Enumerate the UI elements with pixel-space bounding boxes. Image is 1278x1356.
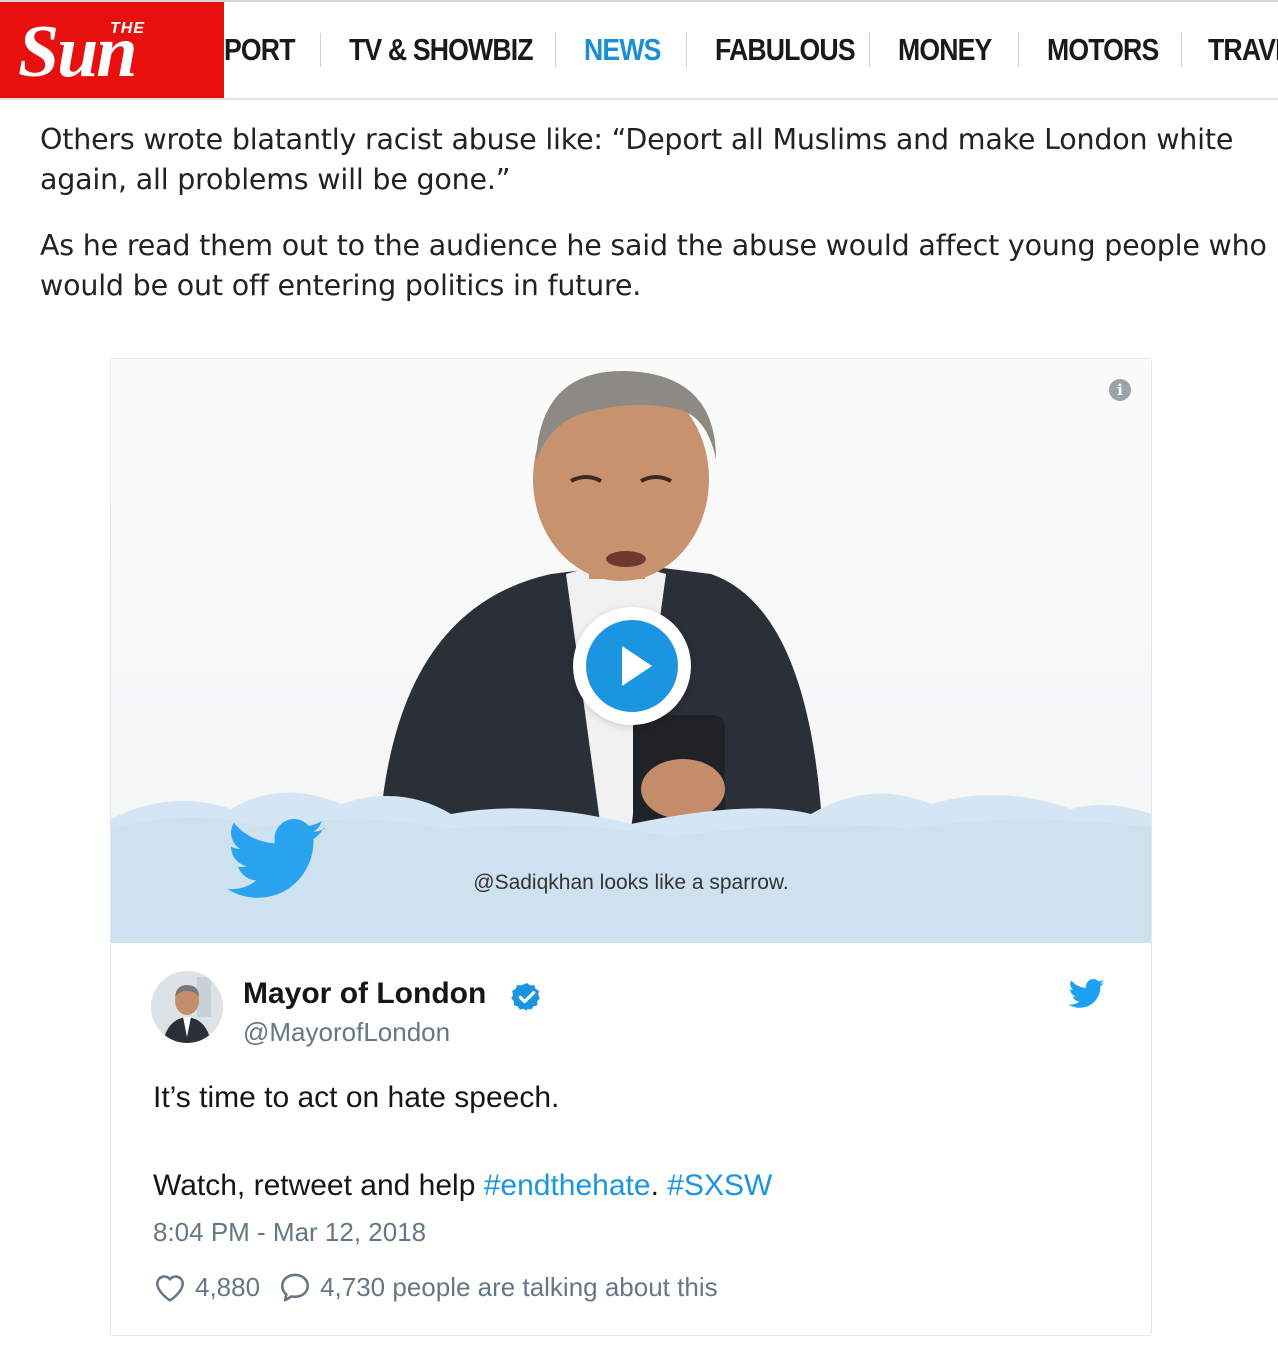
comment-icon bbox=[281, 1273, 310, 1302]
tweet-author-name[interactable]: Mayor of London bbox=[243, 977, 486, 1011]
hashtag-sxsw-link[interactable]: #SXSW bbox=[667, 1169, 772, 1202]
twitter-bird-icon[interactable] bbox=[1069, 979, 1105, 1009]
nav-item-fabulous[interactable]: FABULOUS bbox=[715, 32, 856, 68]
verified-badge-icon bbox=[511, 983, 540, 1011]
like-action[interactable]: 4,880 bbox=[153, 1271, 260, 1303]
paragraph-line: As he read them out to the audience he s… bbox=[40, 229, 1267, 262]
article-paragraph: Others wrote blatantly racist abuse like… bbox=[40, 120, 1278, 200]
nav-item-news[interactable]: NEWS bbox=[584, 32, 661, 68]
embedded-tweet: i @Sadiqkhan looks like a sparrow. Mayor… bbox=[110, 358, 1152, 1336]
the-sun-logo[interactable]: Sun THE bbox=[0, 2, 224, 98]
tweet-video[interactable]: i @Sadiqkhan looks like a sparrow. bbox=[111, 359, 1151, 943]
article-paragraph: As he read them out to the audience he s… bbox=[40, 226, 1278, 306]
paragraph-line: would be out off entering politics in fu… bbox=[40, 269, 642, 302]
site-header: Sun THE PORT TV & SHOWBIZ NEWS FABULOUS … bbox=[0, 2, 1278, 100]
main-navigation: PORT TV & SHOWBIZ NEWS FABULOUS MONEY MO… bbox=[224, 2, 1278, 98]
nav-item-sport[interactable]: PORT bbox=[224, 32, 295, 68]
nav-item-money[interactable]: MONEY bbox=[898, 32, 992, 68]
reply-action[interactable]: 4,730 people are talking about this bbox=[278, 1271, 718, 1303]
tweet-text-separator: . bbox=[650, 1169, 668, 1202]
info-icon[interactable]: i bbox=[1109, 379, 1131, 401]
nav-item-tv-showbiz[interactable]: TV & SHOWBIZ bbox=[349, 32, 534, 68]
conversation-count: 4,730 people are talking about this bbox=[320, 1271, 718, 1302]
play-icon bbox=[586, 620, 678, 712]
heart-icon bbox=[155, 1275, 185, 1302]
tweet-actions: 4,880 4,730 people are talking about thi… bbox=[153, 1271, 718, 1303]
tweet-text-prefix: Watch, retweet and help bbox=[153, 1169, 484, 1202]
tweet-timestamp[interactable]: 8:04 PM - Mar 12, 2018 bbox=[153, 1217, 426, 1248]
tweet-text-line: It’s time to act on hate speech. bbox=[153, 1081, 560, 1114]
nav-item-travel[interactable]: TRAVE bbox=[1208, 32, 1278, 68]
hashtag-endthehate-link[interactable]: #endthehate bbox=[484, 1169, 651, 1202]
paragraph-line: again, all problems will be gone.” bbox=[40, 163, 511, 196]
tweet-author-handle[interactable]: @MayorofLondon bbox=[243, 1017, 450, 1048]
nav-item-motors[interactable]: MOTORS bbox=[1047, 32, 1159, 68]
paragraph-line: Others wrote blatantly racist abuse like… bbox=[40, 123, 1234, 156]
like-count: 4,880 bbox=[195, 1271, 261, 1302]
video-caption: @Sadiqkhan looks like a sparrow. bbox=[473, 871, 789, 894]
logo-the-label: THE bbox=[110, 20, 145, 37]
play-button[interactable] bbox=[573, 607, 691, 725]
tweet-text-line: Watch, retweet and help #endthehate. #SX… bbox=[153, 1169, 1113, 1203]
avatar[interactable] bbox=[151, 971, 223, 1043]
